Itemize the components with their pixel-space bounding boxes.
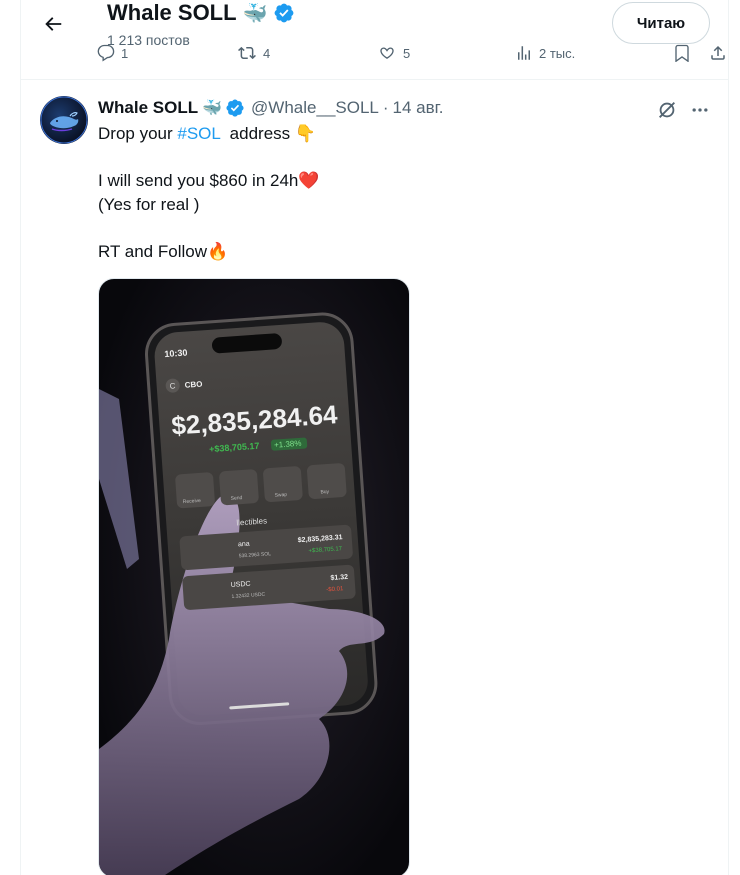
timeline-column: Whale SOLL 🐳 1 213 постов Читаю 1 4 5 2 … xyxy=(20,0,729,875)
like-action[interactable]: 5 xyxy=(377,44,410,62)
token-row-name: ana xyxy=(238,541,250,549)
reply-count: 1 xyxy=(121,45,129,61)
more-dots-icon xyxy=(692,108,708,112)
account-initial: C xyxy=(169,381,176,390)
hashtag-link[interactable]: #SOL xyxy=(177,124,220,143)
profile-name: Whale SOLL 🐳 xyxy=(107,0,295,26)
text-segment: RT and Follow xyxy=(98,241,207,261)
text-segment: Drop your xyxy=(98,124,178,143)
bookmark-action[interactable] xyxy=(673,44,691,62)
verified-badge-icon[interactable] xyxy=(225,98,245,118)
token-row-delta: -$0.01 xyxy=(326,586,344,593)
arrow-left-icon xyxy=(45,17,62,31)
repost-icon xyxy=(238,46,256,60)
reply-action[interactable]: 1 xyxy=(97,44,128,62)
buy-label: Buy xyxy=(320,489,330,496)
receive-label: Receive xyxy=(183,498,202,505)
tweet[interactable]: Whale SOLL 🐳 @Whale__SOLL · 14 авг. Drop… xyxy=(21,81,728,875)
tweet-text: Drop your #SOL address 👇 I will send you… xyxy=(98,122,698,263)
grok-icon xyxy=(659,102,675,118)
author-handle[interactable]: @Whale__SOLL xyxy=(251,98,379,118)
token-row-name: USDC xyxy=(231,581,251,589)
views-action[interactable]: 2 тыс. xyxy=(515,44,575,62)
avatar[interactable] xyxy=(40,96,88,144)
repost-action[interactable]: 4 xyxy=(237,44,270,62)
separator-dot: · xyxy=(382,98,389,117)
send-label: Send xyxy=(231,495,243,502)
share-action[interactable] xyxy=(709,44,727,62)
balance-change-percent: +1.38% xyxy=(274,439,302,450)
views-count: 2 тыс. xyxy=(539,45,576,61)
tweet-timestamp[interactable]: 14 авг. xyxy=(393,98,444,118)
fire-emoji: 🔥 xyxy=(206,241,229,261)
repost-count: 4 xyxy=(263,45,271,61)
previous-post-actions: 1 4 5 2 тыс. xyxy=(97,44,725,66)
tweet-line-3: (Yes for real ) xyxy=(98,194,200,214)
token-row-value: $1.32 xyxy=(330,574,348,582)
tweet-line-1: Drop your #SOL address 👇 xyxy=(98,122,698,146)
tweet-header: Whale SOLL 🐳 @Whale__SOLL · 14 авг. xyxy=(98,97,444,119)
tweet-line-4: RT and Follow🔥 xyxy=(98,240,698,264)
views-chart-icon xyxy=(518,46,530,60)
heart-icon xyxy=(380,47,394,59)
author-name[interactable]: Whale SOLL xyxy=(98,98,198,118)
verified-badge-icon xyxy=(275,3,294,23)
more-options-button[interactable] xyxy=(687,97,713,123)
profile-header: Whale SOLL 🐳 1 213 постов Читаю 1 4 5 2 … xyxy=(21,0,728,80)
text-segment: I will send you $860 in 24h xyxy=(98,171,299,190)
profile-name-text: Whale SOLL xyxy=(107,0,237,25)
like-count: 5 xyxy=(403,45,411,61)
red-heart-emoji: ❤️ xyxy=(298,171,320,190)
swap-label: Swap xyxy=(274,492,287,499)
tweet-media-image[interactable]: 10:30 C CBO $2,835,284.64 +$38,705.17 +1… xyxy=(98,278,410,875)
text-segment: address xyxy=(220,124,295,143)
tweet-line-2: I will send you $860 in 24h❤️ xyxy=(98,169,698,193)
phone-photo: 10:30 C CBO $2,835,284.64 +$38,705.17 +1… xyxy=(99,312,385,875)
whale-emoji: 🐳 xyxy=(202,100,223,117)
account-name: CBO xyxy=(184,380,202,390)
phone-clock: 10:30 xyxy=(164,348,188,360)
whale-logo-icon xyxy=(40,96,88,144)
pointing-down-emoji: 👇 xyxy=(294,124,317,143)
bookmark-icon xyxy=(675,44,689,62)
share-icon xyxy=(711,45,725,60)
reply-icon xyxy=(97,44,115,62)
back-button[interactable] xyxy=(35,6,71,42)
whale-emoji: 🐳 xyxy=(242,2,268,25)
following-button[interactable]: Читаю xyxy=(612,2,710,44)
grok-button[interactable] xyxy=(654,97,680,123)
